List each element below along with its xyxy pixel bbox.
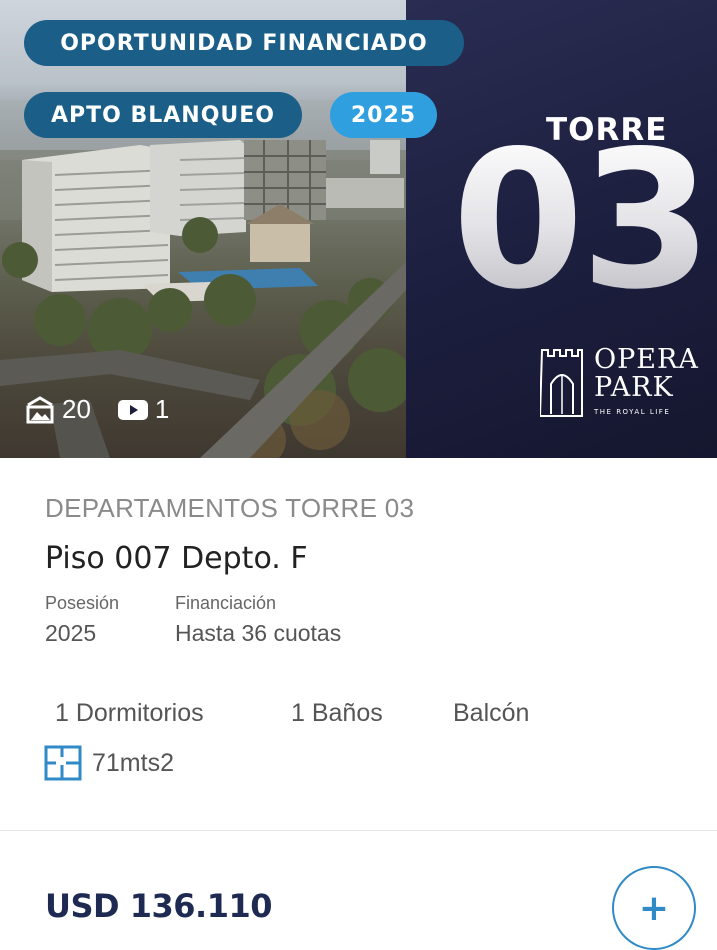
bedrooms-feature: 1 Dormitorios: [55, 699, 204, 727]
video-count: 1: [154, 394, 170, 424]
video-play-icon: [117, 399, 148, 420]
financiacion-block: Financiación Hasta 36 cuotas: [175, 593, 341, 647]
bathrooms-feature: 1 Baños: [291, 699, 383, 727]
hero-image[interactable]: OPORTUNIDAD FINANCIADO APTO BLANQUEO 202…: [0, 0, 717, 458]
building-photo: [0, 0, 406, 458]
financing-badge: OPORTUNIDAD FINANCIADO: [24, 20, 464, 66]
logo-line1: OPERA: [594, 344, 699, 375]
logo-tagline: THE ROYAL LIFE: [594, 408, 671, 416]
blanqueo-badge: APTO BLANQUEO: [24, 92, 302, 138]
logo-line2: PARK: [594, 372, 674, 403]
opera-park-logo: OPERA PARK THE ROYAL LIFE: [538, 344, 710, 420]
unit-title[interactable]: Piso 007 Depto. F: [45, 541, 308, 576]
torre-number: 03: [452, 110, 712, 331]
posesion-label: Posesión: [45, 593, 120, 613]
floor-plan-icon: [44, 745, 82, 781]
photo-counter[interactable]: 20: [24, 394, 91, 425]
price: USD 136.110: [45, 887, 272, 925]
section-title: DEPARTAMENTOS TORRE 03: [45, 493, 415, 523]
financiacion-label: Financiación: [175, 593, 277, 613]
financiacion-value: Hasta 36 cuotas: [175, 620, 342, 646]
media-counters: 20 1: [24, 394, 195, 425]
posesion-block: Posesión 2025: [45, 593, 119, 647]
plus-icon: +: [638, 887, 670, 929]
blanqueo-badge-label: APTO BLANQUEO: [50, 102, 276, 128]
add-button[interactable]: +: [612, 866, 696, 950]
year-badge-label: 2025: [350, 102, 417, 128]
financing-badge-label: OPORTUNIDAD FINANCIADO: [60, 30, 428, 56]
area-value: 71mts2: [92, 748, 174, 777]
castle-icon: [538, 349, 583, 417]
photo-count: 20: [62, 394, 91, 424]
photo-gallery-icon: [26, 395, 54, 423]
balcony-feature: Balcón: [453, 699, 530, 727]
divider: [0, 830, 717, 831]
listing-card[interactable]: OPORTUNIDAD FINANCIADO APTO BLANQUEO 202…: [0, 0, 717, 950]
posesion-value: 2025: [45, 620, 97, 646]
area-block: 71mts2: [44, 745, 174, 781]
video-counter[interactable]: 1: [117, 394, 169, 425]
year-badge: 2025: [330, 92, 437, 138]
